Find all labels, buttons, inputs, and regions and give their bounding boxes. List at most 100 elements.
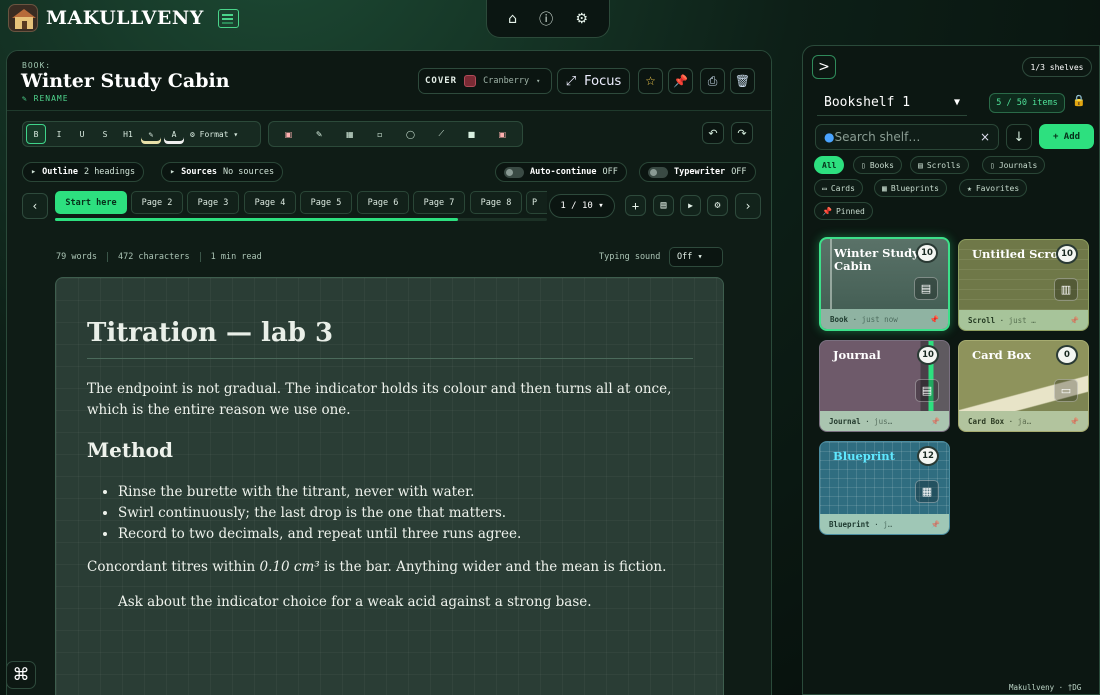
pin-button[interactable]: 📌 — [668, 68, 693, 94]
typewriter-switch[interactable]: Typewriter OFF — [639, 162, 756, 182]
star-icon: ★ — [967, 183, 972, 193]
page-doc-button[interactable]: ▤ — [653, 195, 674, 216]
filter-favorites[interactable]: ★ Favorites — [959, 179, 1028, 197]
sources-toggle[interactable]: ▸ Sources No sources — [161, 162, 284, 182]
page-tab[interactable]: Page 2 — [131, 191, 183, 214]
clear-icon[interactable]: × — [980, 130, 990, 144]
shelf-card-scroll[interactable]: Untitled Scroll 10 ▥ Scroll · just … 📌 — [958, 239, 1089, 331]
pin-icon[interactable]: 📌 — [931, 417, 940, 426]
filter-all[interactable]: All — [814, 156, 845, 174]
table-icon[interactable]: ▦ — [346, 130, 354, 139]
filter-journals[interactable]: ▯ Journals — [982, 156, 1046, 174]
filter-cards[interactable]: ▭ Cards — [814, 179, 863, 197]
cover-picker[interactable]: COVER Cranberry ▾ — [418, 68, 552, 94]
shelf-search-input[interactable]: ●Search shelf… × — [815, 124, 999, 150]
blueprint-icon: ▦ — [882, 183, 887, 193]
filter-scrolls[interactable]: ▤ Scrolls — [910, 156, 969, 174]
caret-right-icon: ▸ — [170, 167, 176, 177]
delete-button[interactable]: 🗑 — [730, 68, 755, 94]
page-indicator[interactable]: 1 / 10 ▾ — [549, 194, 615, 218]
page-tab[interactable]: Page 3 — [187, 191, 239, 214]
doc-paragraph: The endpoint is not gradual. The indicat… — [87, 381, 672, 418]
page-settings-button[interactable]: ⚙ — [707, 195, 728, 216]
book-title[interactable]: Winter Study Cabin — [21, 70, 230, 92]
heading-button[interactable]: H1 — [118, 124, 138, 144]
cardbox-icon: ▭ — [822, 183, 827, 193]
document-page[interactable]: Titration — lab 3 The endpoint is not gr… — [55, 277, 724, 695]
lock-icon[interactable]: 🔒 — [1072, 94, 1086, 107]
pen-icon[interactable]: ⟋ — [438, 129, 444, 139]
italic-button[interactable]: I — [49, 124, 69, 144]
outline-toggle[interactable]: ▸ Outline 2 headings — [22, 162, 145, 182]
card-footer: Book · just now 📌 — [821, 309, 948, 329]
highlighter-button[interactable]: ✎ — [141, 124, 161, 144]
doc-emphasis: 0.10 cm³ — [259, 559, 320, 575]
terminal-icon[interactable] — [218, 9, 239, 28]
play-button[interactable]: ▶ — [680, 195, 701, 216]
pin-icon[interactable]: 📌 — [930, 315, 939, 324]
command-palette-button[interactable]: ⌘ — [6, 661, 36, 689]
collapse-shelf-button[interactable]: > — [812, 55, 836, 79]
text-color-button[interactable]: A — [164, 124, 184, 144]
favorite-star-button[interactable]: ☆ — [638, 68, 663, 94]
next-page-button[interactable]: › — [735, 193, 761, 219]
doc-text: Concordant titres within — [87, 559, 260, 575]
autocontinue-switch[interactable]: Auto-continue OFF — [495, 162, 627, 182]
card-footer: Journal · jus… 📌 — [820, 411, 949, 431]
filter-blueprints[interactable]: ▦ Blueprints — [874, 179, 947, 197]
export-button[interactable]: ⎙ — [700, 68, 725, 94]
rename-button[interactable]: ✎ RENAME — [22, 94, 69, 103]
pin-icon[interactable]: 📌 — [1070, 417, 1079, 426]
page-tab[interactable]: Page 6 — [357, 191, 409, 214]
shelf-card-book[interactable]: Winter Study Cabin 10 ▤ Book · just now … — [819, 237, 950, 331]
image-icon[interactable]: ▣ — [285, 130, 293, 139]
page-tab[interactable]: Start here — [55, 191, 127, 214]
filter-pinned[interactable]: 📌 Pinned — [814, 202, 873, 220]
page-progress-bar — [55, 218, 547, 221]
sticker-icon[interactable]: ▣ — [499, 130, 507, 139]
page-tab[interactable]: Page 5 — [300, 191, 352, 214]
pin-icon[interactable]: 📌 — [1070, 316, 1079, 325]
page-tab[interactable]: Page 7 — [413, 191, 465, 214]
card-time: ja… — [1017, 416, 1032, 426]
app-logo-icon[interactable] — [8, 4, 38, 32]
pin-icon[interactable]: 📌 — [931, 520, 940, 529]
info-icon[interactable]: ⓘ — [539, 9, 553, 29]
pin-icon: 📌 — [673, 74, 688, 88]
circle-icon[interactable]: ◯ — [406, 130, 415, 139]
filter-books[interactable]: ▯ Books — [853, 156, 902, 174]
redo-button[interactable]: ↷ — [731, 122, 753, 144]
focus-label: Focus — [584, 73, 622, 89]
divider — [87, 358, 693, 359]
center-nav: ⌂ ⓘ ⚙ — [486, 0, 610, 38]
page-tab[interactable]: Page 8 — [470, 191, 522, 214]
brush-icon[interactable]: ✎ — [316, 130, 323, 139]
add-page-button[interactable]: + — [625, 195, 646, 216]
home-icon[interactable]: ⌂ — [508, 11, 517, 27]
square-icon[interactable]: ■ — [468, 130, 476, 139]
bold-button[interactable]: B — [26, 124, 46, 144]
shelf-select[interactable]: Bookshelf 1 ▼ — [817, 90, 967, 116]
underline-button[interactable]: U — [72, 124, 92, 144]
add-item-button[interactable]: + Add — [1039, 124, 1094, 149]
doc-heading: Titration — lab 3 — [87, 318, 334, 348]
focus-button[interactable]: ⤢ Focus — [557, 68, 630, 94]
sort-button[interactable]: ↓ — [1006, 124, 1032, 150]
play-icon: ▶ — [688, 201, 693, 210]
shelf-card-journal[interactable]: Journal 10 ▤ Journal · jus… 📌 — [819, 340, 950, 432]
undo-button[interactable]: ↶ — [702, 122, 724, 144]
format-menu-button[interactable]: ⚙ Format ▾ — [187, 124, 241, 144]
prev-page-button[interactable]: ‹ — [22, 193, 48, 219]
strike-button[interactable]: S — [95, 124, 115, 144]
toggle-icon — [648, 166, 668, 178]
typing-sound-label: Typing sound — [599, 252, 661, 262]
box-icon[interactable]: ▫ — [377, 130, 382, 139]
toggle-icon — [504, 166, 524, 178]
page-tab[interactable]: P — [526, 191, 547, 214]
settings-icon[interactable]: ⚙ — [575, 11, 588, 27]
page-tab[interactable]: Page 4 — [244, 191, 296, 214]
shelf-card-cardbox[interactable]: Card Box 0 ▭ Card Box · ja… 📌 — [958, 340, 1089, 432]
shelf-card-blueprint[interactable]: Blueprint 12 ▦ Blueprint · j… 📌 — [819, 441, 950, 535]
typing-sound-select[interactable]: Off ▾ — [669, 247, 723, 267]
word-count: 79 words — [56, 252, 97, 262]
